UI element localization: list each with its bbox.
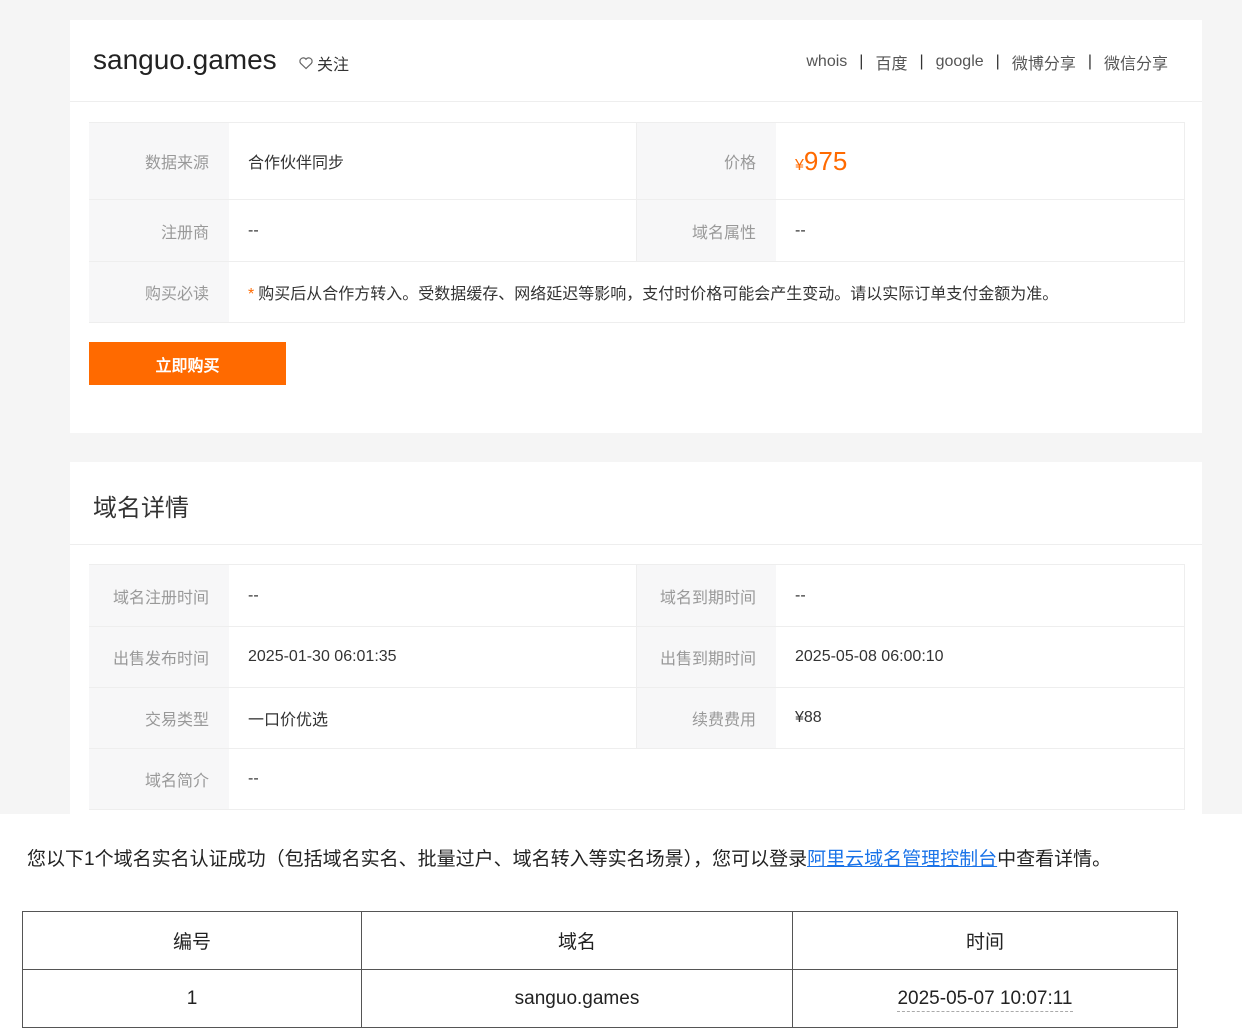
detail-header: 域名详情 xyxy=(70,462,1202,545)
expire-value: -- xyxy=(776,564,1185,627)
domain-info-table: 数据来源 合作伙伴同步 价格 ¥975 注册商 -- 域名属性 -- 购买必读 … xyxy=(89,122,1185,323)
trade-type-value: 一口价优选 xyxy=(229,687,637,749)
attribute-value: -- xyxy=(776,199,1185,262)
domain-header: sanguo.games 关注 whois | 百度 | google | 微博… xyxy=(70,20,1202,102)
notice-value: * 购买后从合作方转入。受数据缓存、网络延迟等影响，支付时价格可能会产生变动。请以… xyxy=(229,261,1185,323)
renew-label: 续费费用 xyxy=(636,687,776,749)
notice-suffix: 中查看详情。 xyxy=(997,849,1112,870)
attribute-label: 域名属性 xyxy=(636,199,776,262)
verification-notice-panel: 您以下1个域名实名认证成功（包括域名实名、批量过户、域名转入等实名场景），您可以… xyxy=(0,814,1242,1035)
registrar-value: -- xyxy=(229,199,637,262)
whois-link[interactable]: whois xyxy=(806,53,847,71)
notice-text: 购买后从合作方转入。受数据缓存、网络延迟等影响，支付时价格可能会产生变动。请以实… xyxy=(258,286,1059,303)
intro-value: -- xyxy=(229,748,1185,810)
follow-button[interactable]: 关注 xyxy=(298,51,349,75)
column-header-domain: 域名 xyxy=(361,911,793,970)
row-time: 2025-05-07 10:07:11 xyxy=(897,987,1073,1012)
row-number: 1 xyxy=(22,969,362,1028)
table-row: 出售发布时间 2025-01-30 06:01:35 出售到期时间 2025-0… xyxy=(89,626,1185,688)
publish-value: 2025-01-30 06:01:35 xyxy=(229,626,637,688)
source-label: 数据来源 xyxy=(89,122,229,200)
reg-time-label: 域名注册时间 xyxy=(89,564,229,627)
price-amount: 975 xyxy=(803,145,848,176)
notice-prefix: 您以下1个域名实名认证成功（包括域名实名、批量过户、域名转入等实名场景），您可以… xyxy=(27,849,808,870)
price-label: 价格 xyxy=(636,122,776,200)
required-star: * xyxy=(248,286,255,303)
divider: | xyxy=(919,53,924,70)
table-row: 数据来源 合作伙伴同步 价格 ¥975 xyxy=(89,122,1185,200)
share-links: whois | 百度 | google | 微博分享 | 微信分享 xyxy=(806,50,1168,74)
trade-type-label: 交易类型 xyxy=(89,687,229,749)
table-header-row: 编号 域名 时间 xyxy=(22,911,1178,970)
domain-detail-table: 域名注册时间 -- 域名到期时间 -- 出售发布时间 2025-01-30 06… xyxy=(89,564,1185,810)
domain-detail-card: 域名详情 域名注册时间 -- 域名到期时间 -- 出售发布时间 2025-01-… xyxy=(70,462,1202,822)
sale-expire-label: 出售到期时间 xyxy=(636,626,776,688)
divider: | xyxy=(995,53,1000,70)
divider: | xyxy=(1087,53,1092,70)
weibo-share-link[interactable]: 微博分享 xyxy=(1012,50,1076,74)
reg-time-value: -- xyxy=(229,564,637,627)
buy-now-button[interactable]: 立即购买 xyxy=(89,342,286,385)
expire-label: 域名到期时间 xyxy=(636,564,776,627)
table-row: 交易类型 一口价优选 续费费用 ¥88 xyxy=(89,687,1185,749)
column-header-number: 编号 xyxy=(22,911,362,970)
source-value: 合作伙伴同步 xyxy=(229,122,637,200)
detail-title: 域名详情 xyxy=(93,495,189,522)
row-domain: sanguo.games xyxy=(361,969,793,1028)
baidu-link[interactable]: 百度 xyxy=(875,50,907,74)
divider: | xyxy=(859,53,864,70)
wechat-share-link[interactable]: 微信分享 xyxy=(1104,50,1168,74)
follow-label: 关注 xyxy=(317,57,350,74)
domain-summary-card: sanguo.games 关注 whois | 百度 | google | 微博… xyxy=(70,20,1202,433)
notice-label: 购买必读 xyxy=(89,261,229,323)
currency-symbol: ¥ xyxy=(795,156,804,174)
table-row: 域名简介 -- xyxy=(89,748,1185,810)
verification-notice: 您以下1个域名实名认证成功（包括域名实名、批量过户、域名转入等实名场景），您可以… xyxy=(27,844,1111,871)
row-time-cell: 2025-05-07 10:07:11 xyxy=(792,969,1178,1028)
column-header-time: 时间 xyxy=(792,911,1178,970)
table-row: 1 sanguo.games 2025-05-07 10:07:11 xyxy=(22,969,1178,1028)
registrar-label: 注册商 xyxy=(89,199,229,262)
console-link[interactable]: 阿里云域名管理控制台 xyxy=(807,849,997,870)
table-row: 域名注册时间 -- 域名到期时间 -- xyxy=(89,564,1185,627)
verified-domains-table: 编号 域名 时间 1 sanguo.games 2025-05-07 10:07… xyxy=(22,911,1178,1028)
table-row: 购买必读 * 购买后从合作方转入。受数据缓存、网络延迟等影响，支付时价格可能会产生… xyxy=(89,261,1185,323)
price-value: ¥975 xyxy=(776,122,1185,200)
intro-label: 域名简介 xyxy=(89,748,229,810)
renew-value: ¥88 xyxy=(776,687,1185,749)
domain-title: sanguo.games xyxy=(93,44,277,75)
publish-label: 出售发布时间 xyxy=(89,626,229,688)
google-link[interactable]: google xyxy=(936,53,984,71)
sale-expire-value: 2025-05-08 06:00:10 xyxy=(776,626,1185,688)
table-row: 注册商 -- 域名属性 -- xyxy=(89,199,1185,262)
heart-icon xyxy=(299,57,313,70)
